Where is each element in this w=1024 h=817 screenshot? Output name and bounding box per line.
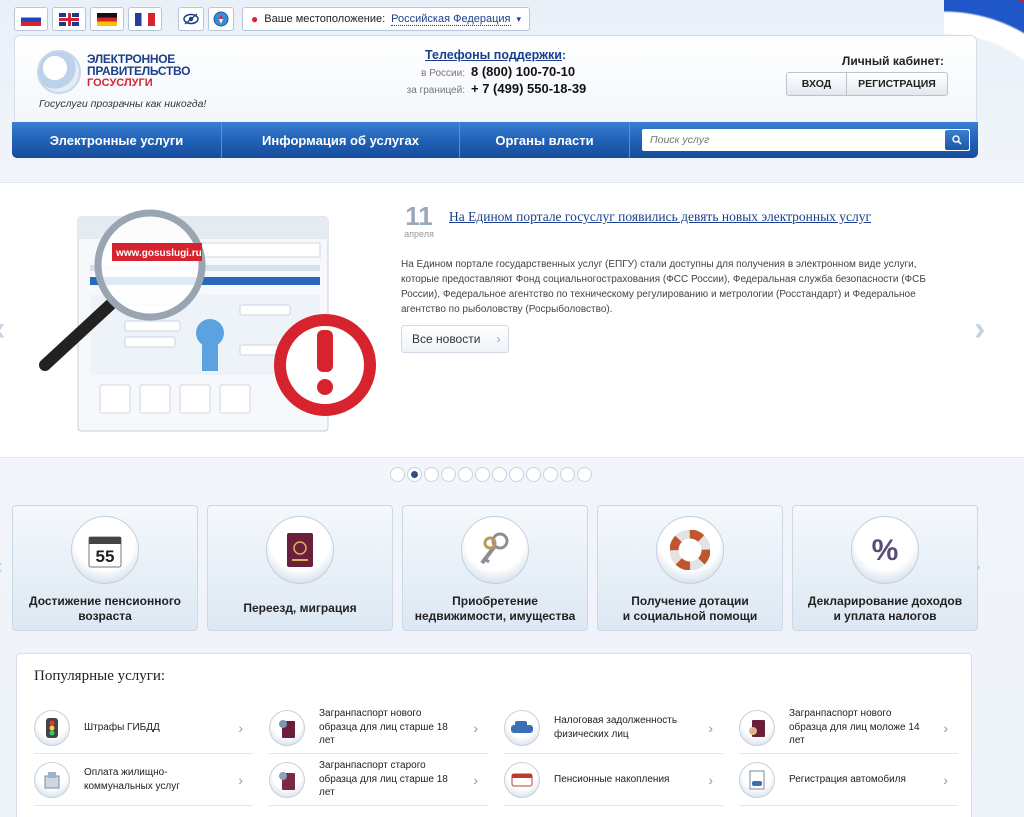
language-en-flag-icon[interactable]	[52, 7, 86, 31]
traffic-light-icon	[34, 709, 70, 746]
tagline: Госуслуги прозрачны как никогда!	[39, 98, 207, 110]
chevron-right-icon: ›	[238, 719, 243, 736]
passport-person-icon	[269, 709, 305, 746]
popular-item-pension-savings[interactable]: Пенсионные накопления ›	[504, 754, 723, 806]
slider-dot[interactable]	[492, 467, 507, 482]
search-button[interactable]	[945, 130, 969, 150]
tax-car-icon	[504, 709, 540, 746]
location-selector[interactable]: ● Ваше местоположение: Российская Федера…	[242, 7, 531, 31]
illustration-url: www.gosuslugi.ru	[115, 248, 202, 259]
nav-item-electronic-services[interactable]: Электронные услуги	[12, 122, 222, 158]
popular-item-tax-debt[interactable]: Налоговая задолженность физических лиц ›	[504, 702, 723, 754]
chevron-right-icon: ›	[708, 719, 713, 736]
chevron-right-icon: ›	[473, 771, 478, 788]
support-phones: Телефоны поддержки: в России: 8 (800) 10…	[405, 48, 605, 96]
cabinet-title: Личный кабинет:	[841, 54, 944, 68]
category-tile-taxes[interactable]: % Декларирование доходов и уплата налогов	[792, 505, 978, 631]
popular-item-passport-child[interactable]: Загранпаспорт нового образца для лиц мол…	[739, 702, 958, 754]
slider-dot[interactable]	[577, 467, 592, 482]
chevron-right-icon: ›	[943, 771, 948, 788]
slider-dot[interactable]	[424, 467, 439, 482]
category-tile-migration[interactable]: Переезд, миграция	[207, 505, 393, 631]
main-nav: Электронные услуги Информация об услугах…	[12, 122, 978, 158]
location-label: Ваше местоположение:	[264, 13, 386, 25]
popular-item-passport-old[interactable]: Загранпаспорт старого образца для лиц ст…	[269, 754, 488, 806]
compass-icon[interactable]	[208, 7, 234, 31]
svg-text:55: 55	[96, 547, 115, 566]
slider-dot[interactable]	[458, 467, 473, 482]
popular-item-car-registration[interactable]: Регистрация автомобиля ›	[739, 754, 958, 806]
site-header: ЭЛЕКТРОННОЕ ПРАВИТЕЛЬСТВО ГОСУСЛУГИ Госу…	[14, 35, 977, 121]
chevron-right-icon: ›	[496, 332, 501, 346]
language-ru-flag-icon[interactable]	[14, 7, 48, 31]
news-day: 11	[405, 201, 433, 231]
passport-old-icon	[269, 761, 305, 798]
slider-pagination	[390, 467, 592, 482]
news-date: 11 апреля	[400, 203, 438, 239]
utilities-icon	[34, 761, 70, 798]
accessibility-eye-icon[interactable]	[178, 7, 204, 31]
logo-line-2: ПРАВИТЕЛЬСТВО	[87, 64, 191, 78]
slider-prev-arrow-icon[interactable]: ‹	[0, 310, 5, 349]
car-document-icon	[739, 761, 775, 798]
site-logo[interactable]: ЭЛЕКТРОННОЕ ПРАВИТЕЛЬСТВО ГОСУСЛУГИ Госу…	[37, 46, 217, 116]
popular-item-utilities[interactable]: Оплата жилищно-коммунальных услуг ›	[34, 754, 253, 806]
slider-dot[interactable]	[526, 467, 541, 482]
nav-item-service-info[interactable]: Информация об услугах	[222, 122, 460, 158]
search-input[interactable]	[642, 130, 945, 150]
news-illustration: www.gosuslugi.ru	[39, 209, 376, 432]
search-icon	[952, 135, 962, 145]
chevron-right-icon: ›	[943, 719, 948, 736]
location-value[interactable]: Российская Федерация	[391, 13, 511, 26]
phone-row-abroad: за границей: + 7 (499) 550-18-39	[406, 81, 587, 96]
slider-dot[interactable]	[390, 467, 405, 482]
search-box	[642, 129, 970, 151]
news-month: апреля	[404, 229, 434, 239]
life-situation-categories: 55 Достижение пенсионного возраста Переез…	[12, 505, 978, 631]
percent-icon: %	[851, 516, 919, 584]
slider-dot[interactable]	[543, 467, 558, 482]
nav-item-authorities[interactable]: Органы власти	[460, 122, 630, 158]
passport-icon	[266, 516, 334, 584]
chevron-down-icon: ▾	[516, 13, 522, 24]
language-fr-flag-icon[interactable]	[128, 7, 162, 31]
map-pin-icon: ●	[251, 12, 259, 26]
news-title-link[interactable]: На Едином портале госуслуг появились дев…	[449, 209, 919, 224]
category-tile-subsidies[interactable]: Получение дотации и социальной помощи	[597, 505, 783, 631]
passport-child-icon	[739, 709, 775, 746]
popular-item-traffic-fines[interactable]: Штрафы ГИБДД ›	[34, 702, 253, 754]
phone-row-russia: в России: 8 (800) 100-70-10	[421, 64, 576, 79]
popular-item-passport-adult[interactable]: Загранпаспорт нового образца для лиц ста…	[269, 702, 488, 754]
category-tile-pension[interactable]: 55 Достижение пенсионного возраста	[12, 505, 198, 631]
phones-title[interactable]: Телефоны поддержки	[425, 48, 562, 62]
personal-cabinet: Личный кабинет: ВХОД РЕГИСТРАЦИЯ	[786, 54, 948, 96]
all-news-button[interactable]: Все новости ›	[401, 325, 510, 353]
news-body: На Едином портале государственных услуг …	[401, 259, 926, 315]
top-bar: ● Ваше местоположение: Российская Федера…	[14, 7, 531, 31]
svg-text:%: %	[872, 534, 899, 567]
lifebuoy-icon	[656, 516, 724, 584]
chevron-right-icon: ›	[473, 719, 478, 736]
slider-next-arrow-icon[interactable]: ›	[974, 310, 985, 349]
slider-dot[interactable]	[560, 467, 575, 482]
keys-icon	[461, 516, 529, 584]
popular-title: Популярные услуги:	[34, 668, 166, 684]
slider-dot[interactable]	[441, 467, 456, 482]
slider-dot[interactable]	[407, 467, 422, 482]
category-tile-property[interactable]: Приобретение недвижимости, имущества	[402, 505, 588, 631]
categories-prev-arrow-icon[interactable]: ‹	[0, 556, 3, 579]
slider-dot[interactable]	[475, 467, 490, 482]
calendar-55-icon: 55	[71, 516, 139, 584]
chevron-right-icon: ›	[238, 771, 243, 788]
logo-line-3: ГОСУСЛУГИ	[87, 77, 153, 89]
language-de-flag-icon[interactable]	[90, 7, 124, 31]
chevron-right-icon: ›	[708, 771, 713, 788]
popular-services: Популярные услуги: Штрафы ГИБДД › Загран…	[16, 653, 972, 817]
login-button[interactable]: ВХОД	[787, 73, 847, 95]
register-button[interactable]: РЕГИСТРАЦИЯ	[847, 73, 947, 95]
slider-dot[interactable]	[509, 467, 524, 482]
pension-icon	[504, 761, 540, 798]
gosuslugi-emblem-icon	[37, 50, 81, 94]
